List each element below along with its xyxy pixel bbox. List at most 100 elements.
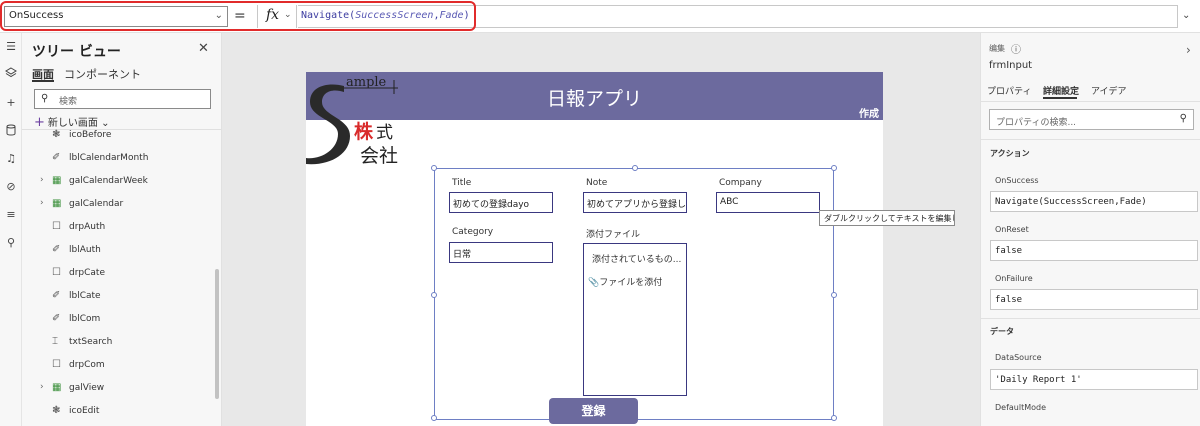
- tree-item[interactable]: ✐ lblCate: [22, 286, 214, 309]
- expand-formula-icon[interactable]: ⌄: [1182, 10, 1190, 21]
- datasource-field[interactable]: 'Daily Report 1': [990, 369, 1198, 390]
- left-rail: ☰ + ♫ ⊘ ≡ ⚲: [0, 33, 22, 426]
- chevron-right-icon[interactable]: ›: [40, 175, 44, 185]
- canvas-area: 日報アプリ 作成 ample 株 式 会社 Title 初めての登録dayo N…: [222, 33, 980, 426]
- tree-item[interactable]: ❃ icoBefore: [22, 125, 214, 148]
- resize-handle[interactable]: [431, 292, 437, 298]
- resize-handle[interactable]: [831, 415, 837, 421]
- media-icon[interactable]: ♫: [0, 145, 22, 171]
- tab-properties[interactable]: プロパティ: [987, 84, 1031, 97]
- tree-item[interactable]: ❃ icoEdit: [22, 401, 214, 424]
- icon-component-icon: ❃: [52, 405, 61, 416]
- tree-item[interactable]: ☐ drpAuth: [22, 217, 214, 240]
- data-section-heading: データ: [990, 327, 1014, 336]
- chevron-right-icon[interactable]: ›: [40, 382, 44, 392]
- tab-advanced[interactable]: 詳細設定: [1043, 84, 1079, 97]
- control-name: frmInput: [989, 60, 1033, 71]
- company-field[interactable]: ABC: [716, 192, 820, 213]
- attachments-empty-text: 添付されているもの...: [592, 255, 682, 265]
- onfailure-value: false: [995, 295, 1023, 305]
- search-icon: ⚲: [41, 93, 49, 104]
- onsuccess-field[interactable]: Navigate(SuccessScreen,Fade): [990, 191, 1198, 212]
- tree-item[interactable]: ✐ lblAuth: [22, 240, 214, 263]
- tree-item[interactable]: › ▦ galCalendarWeek: [22, 171, 214, 194]
- power-automate-icon[interactable]: ⊘: [0, 173, 22, 199]
- divider: [981, 101, 1200, 102]
- dropdown-icon: ☐: [52, 267, 61, 278]
- icon-component-icon: ❃: [52, 129, 61, 140]
- onfailure-field[interactable]: false: [990, 289, 1198, 310]
- search-icon: ⚲: [1179, 113, 1187, 124]
- property-search-placeholder: プロパティの検索...: [996, 118, 1077, 128]
- title-field-value: 初めての登録dayo: [453, 200, 530, 210]
- attachments-control[interactable]: 添付されているもの... 📎ファイルを添付: [583, 243, 687, 396]
- label-icon: ✐: [52, 244, 61, 255]
- category-field-value: 日常: [453, 250, 472, 260]
- tree-item[interactable]: ✐ lblCom: [22, 309, 214, 332]
- onsuccess-label: OnSuccess: [995, 176, 1039, 185]
- category-field-label: Category: [452, 227, 494, 237]
- chevron-right-icon[interactable]: ›: [40, 198, 44, 208]
- divider: [981, 139, 1200, 140]
- attach-file-button[interactable]: 📎ファイルを添付: [588, 275, 662, 288]
- help-icon[interactable]: ⓘ: [1011, 41, 1021, 56]
- logo-text-shiki: 式: [376, 123, 393, 143]
- title-field[interactable]: 初めての登録dayo: [449, 192, 553, 213]
- tab-ideas[interactable]: アイデア: [1091, 84, 1127, 97]
- tree-item-label: drpCom: [69, 360, 105, 370]
- category-field[interactable]: 日常: [449, 242, 553, 263]
- create-label: 作成: [859, 109, 879, 120]
- submit-button[interactable]: 登録: [549, 398, 638, 424]
- tree-item-label: galView: [69, 383, 105, 393]
- label-icon: ✐: [52, 152, 61, 163]
- advanced-tools-icon[interactable]: ≡: [0, 201, 22, 227]
- data-icon[interactable]: [0, 117, 22, 143]
- resize-handle[interactable]: [431, 165, 437, 171]
- defaultmode-label: DefaultMode: [995, 403, 1047, 412]
- tree-item-label: galCalendar: [69, 199, 124, 209]
- company-logo: ample 株 式 会社: [306, 75, 398, 167]
- logo-text-kabu: 株: [354, 120, 374, 143]
- onreset-field[interactable]: false: [990, 240, 1198, 261]
- tree-item-label: lblCate: [69, 291, 101, 301]
- resize-handle[interactable]: [831, 165, 837, 171]
- resize-handle[interactable]: [431, 415, 437, 421]
- onfailure-label: OnFailure: [995, 274, 1033, 283]
- active-tab-indicator: [1043, 97, 1077, 99]
- close-icon[interactable]: ✕: [198, 41, 209, 56]
- title-field-label: Title: [452, 178, 472, 188]
- tree-view-icon[interactable]: [0, 60, 22, 86]
- gallery-icon: ▦: [52, 382, 62, 393]
- tree-item[interactable]: ✐ lblCalendarMonth: [22, 148, 214, 171]
- dropdown-icon: ☐: [52, 359, 61, 370]
- tree-item[interactable]: ⌶ txtSearch: [22, 332, 214, 355]
- company-field-value: ABC: [720, 197, 739, 207]
- tree-item[interactable]: › ▦ galView: [22, 378, 214, 401]
- note-field-label: Note: [586, 178, 608, 188]
- tree-search-input[interactable]: ⚲ 検索: [34, 89, 211, 109]
- tree-item[interactable]: ☐ drpCate: [22, 263, 214, 286]
- property-search-input[interactable]: プロパティの検索... ⚲: [989, 109, 1194, 130]
- divider: [981, 318, 1200, 319]
- tree-item-label: drpCate: [69, 268, 105, 278]
- resize-handle[interactable]: [632, 165, 638, 171]
- logo-text-kaisha: 会社: [360, 145, 398, 167]
- hamburger-menu-icon[interactable]: ☰: [0, 33, 22, 59]
- tree-scrollbar[interactable]: [215, 269, 219, 399]
- resize-handle[interactable]: [831, 292, 837, 298]
- insert-icon[interactable]: +: [0, 89, 22, 115]
- search-icon[interactable]: ⚲: [0, 229, 22, 255]
- label-icon: ✐: [52, 290, 61, 301]
- tree-item[interactable]: › ▦ galCalendar: [22, 194, 214, 217]
- edit-form[interactable]: Title 初めての登録dayo Note 初めてアプリから登録します Comp…: [431, 165, 837, 421]
- tab-components[interactable]: コンポーネント: [64, 66, 141, 82]
- note-field[interactable]: 初めてアプリから登録します: [583, 192, 687, 213]
- company-field-label: Company: [719, 178, 762, 188]
- datasource-value: 'Daily Report 1': [995, 375, 1082, 385]
- properties-panel: 编集 ⓘ › frmInput プロパティ 詳細設定 アイデア プロパティの検索…: [980, 33, 1200, 426]
- tree-item[interactable]: ☐ drpCom: [22, 355, 214, 378]
- chevron-right-icon[interactable]: ›: [1186, 43, 1191, 57]
- text-input-icon: ⌶: [52, 336, 58, 347]
- tree-view-title: ツリー ビュー: [32, 44, 121, 60]
- onreset-value: false: [995, 246, 1023, 256]
